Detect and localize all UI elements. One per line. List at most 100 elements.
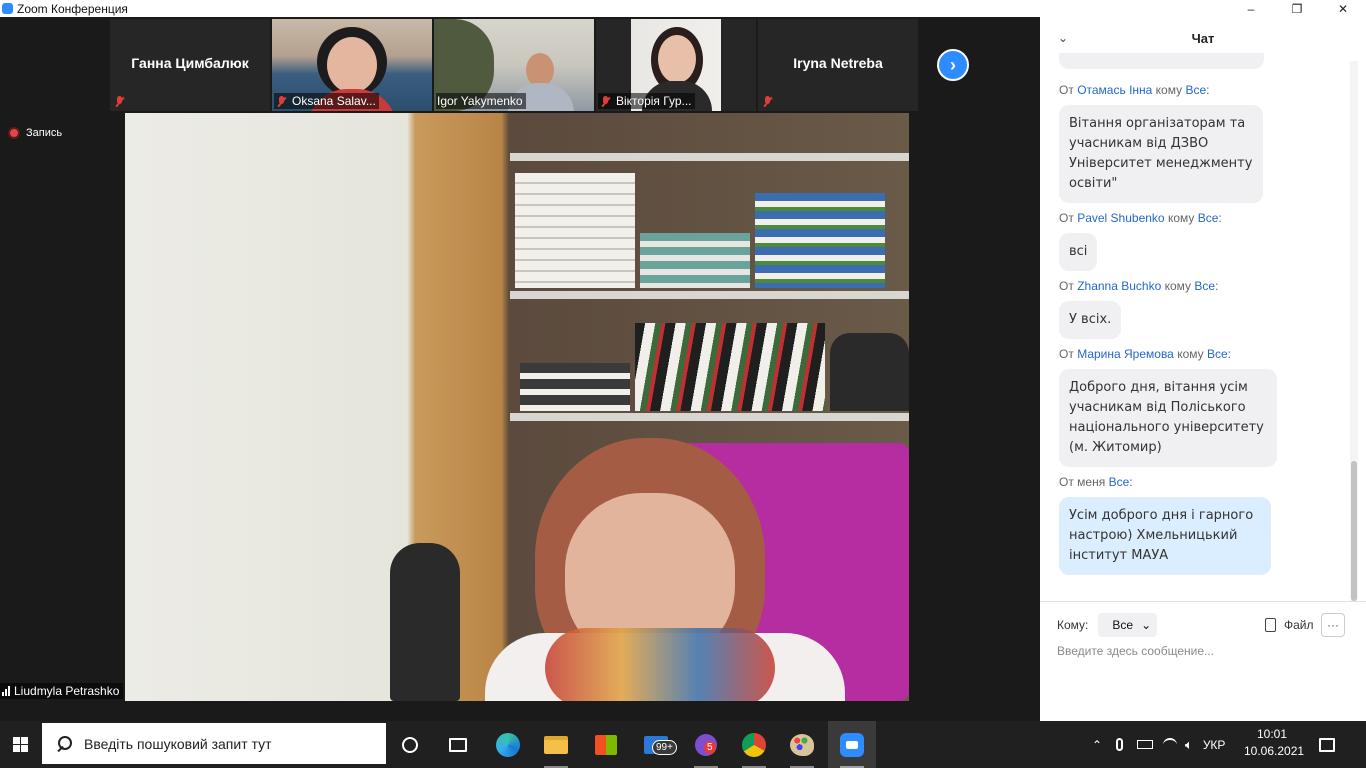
message-sender[interactable]: Отамась Інна [1077, 83, 1152, 97]
zoom-taskbar-button[interactable] [828, 721, 876, 768]
notifications-button[interactable] [1304, 721, 1350, 768]
message-bubble: Доброго дня, вітання усім учасникам від … [1059, 369, 1277, 467]
wifi-icon[interactable] [1163, 737, 1177, 752]
clock-date: 10.06.2021 [1244, 744, 1305, 758]
from-word: От [1059, 211, 1074, 225]
previous-message-bubble [1059, 53, 1264, 69]
participant-footer [112, 94, 129, 109]
notification-icon [1319, 737, 1335, 752]
title-bar: Zoom Конференция – ❐ ✕ [0, 0, 1366, 17]
search-icon [56, 735, 72, 752]
file-label: Файл [1284, 618, 1314, 632]
person-scarf [545, 628, 775, 701]
mic-muted-icon [761, 95, 774, 108]
recipient-row: Кому: Все ⌄ Файл ··· [1057, 613, 1349, 637]
participant-video-face [327, 37, 377, 93]
paint-button[interactable] [778, 721, 826, 768]
participant-tile[interactable]: Oksana Salav... [272, 19, 432, 111]
folder-icon [544, 735, 568, 754]
next-page-button[interactable]: › [937, 49, 969, 81]
message-meta: От Марина Яремова кому Все: [1059, 347, 1349, 363]
mic-muted-icon [599, 95, 612, 108]
file-button[interactable]: Файл [1265, 613, 1314, 637]
active-speaker-video [125, 113, 909, 701]
edge-button[interactable] [484, 721, 532, 768]
chat-scrollbar[interactable] [1350, 61, 1358, 601]
books [640, 233, 750, 288]
edge-icon [496, 732, 520, 757]
participant-video-face [526, 53, 554, 87]
chat-scrollbar-thumb[interactable] [1351, 461, 1357, 601]
close-button[interactable]: ✕ [1320, 0, 1366, 17]
chrome-button[interactable] [730, 721, 778, 768]
message-sender[interactable]: Марина Яремова [1077, 347, 1174, 361]
taskbar-search[interactable] [42, 723, 386, 764]
task-view-button[interactable] [434, 721, 482, 768]
system-tray: ⌃ 🔈︎ УКР [1090, 721, 1225, 768]
store-button[interactable] [582, 721, 630, 768]
divider [1040, 601, 1366, 602]
shelf [510, 153, 909, 161]
from-me-label: От меня [1059, 475, 1106, 489]
speaker-name: Liudmyla Petrashko [14, 684, 120, 698]
start-button[interactable] [0, 721, 40, 768]
maximize-button[interactable]: ❐ [1274, 0, 1320, 17]
mail-button[interactable]: 99+ [632, 721, 680, 768]
participant-tile[interactable]: Вікторія Гур... [596, 19, 756, 111]
file-explorer-button[interactable] [532, 721, 580, 768]
taskbar: 99+ 5 ⌃ 🔈︎ УКР 10:01 10.06.2021 [0, 721, 1366, 768]
books [755, 193, 885, 288]
recording-indicator[interactable]: Запись [8, 127, 62, 139]
chat-message: От Марина Яремова кому Все: Доброго дня,… [1059, 347, 1349, 467]
message-bubble: У всіх. [1059, 301, 1122, 339]
participant-footer: Igor Yakymenko [436, 93, 526, 109]
chat-message: От Отамась Інна кому Все: Вітання органі… [1059, 83, 1349, 203]
to-word: кому [1155, 83, 1183, 97]
shelf [510, 291, 909, 299]
zoom-icon [840, 732, 864, 757]
message-meta: От Zhanna Buchko кому Все: [1059, 279, 1349, 295]
cortana-button[interactable] [386, 721, 434, 768]
battery-icon[interactable] [1137, 740, 1153, 749]
paint-icon [790, 733, 814, 756]
taskbar-search-input[interactable] [84, 735, 364, 752]
shelf [510, 413, 909, 421]
clock[interactable]: 10:01 10.06.2021 [1244, 726, 1305, 760]
message-meta: От Pavel Shubenko кому Все: [1059, 211, 1349, 227]
chat-messages: От Отамась Інна кому Все: Вітання органі… [1059, 83, 1349, 583]
message-sender[interactable]: Pavel Shubenko [1077, 211, 1164, 225]
microphone-icon[interactable] [1116, 738, 1123, 751]
books [635, 323, 825, 411]
windows-icon [12, 737, 28, 752]
viber-button[interactable]: 5 [682, 721, 730, 768]
from-word: От [1059, 83, 1074, 97]
participant-tile[interactable]: Iryna Netreba [758, 19, 918, 111]
participant-tile[interactable]: Ганна Цимбалюк [110, 19, 270, 111]
meeting-area: Ганна Цимбалюк Oksana Salav... Igor Yaky… [0, 17, 1040, 721]
chevron-up-icon[interactable]: ⌃ [1090, 738, 1104, 752]
participant-footer [760, 94, 777, 109]
window-controls: – ❐ ✕ [1228, 0, 1366, 17]
from-word: От [1059, 279, 1074, 293]
mic-muted-icon [275, 95, 288, 108]
chat-message-input[interactable] [1057, 641, 1349, 661]
mic-muted-icon [113, 95, 126, 108]
message-recipient: Все: [1194, 279, 1219, 293]
minimize-button[interactable]: – [1228, 0, 1274, 17]
recipient-select[interactable]: Все ⌄ [1098, 613, 1158, 637]
chat-title: Чат [1191, 31, 1215, 46]
message-bubble: всі [1059, 233, 1098, 271]
language-indicator[interactable]: УКР [1203, 738, 1226, 752]
books [515, 173, 635, 288]
zoom-app-icon [2, 3, 13, 14]
participant-tile[interactable]: Igor Yakymenko [434, 19, 594, 111]
chevron-down-icon: ⌄ [1141, 618, 1152, 632]
message-recipient: Все: [1197, 211, 1222, 225]
volume-icon[interactable]: 🔈︎ [1185, 737, 1193, 753]
message-sender[interactable]: Zhanna Buchko [1077, 279, 1161, 293]
file-icon [1265, 618, 1276, 632]
chat-message-mine: От меня Все: Усім доброго дня і гарного … [1059, 475, 1349, 575]
speaker-name-label: Liudmyla Petrashko [0, 683, 124, 699]
more-options-button[interactable]: ··· [1321, 613, 1345, 637]
message-bubble: Вітання організаторам та учасникам від Д… [1059, 105, 1263, 203]
